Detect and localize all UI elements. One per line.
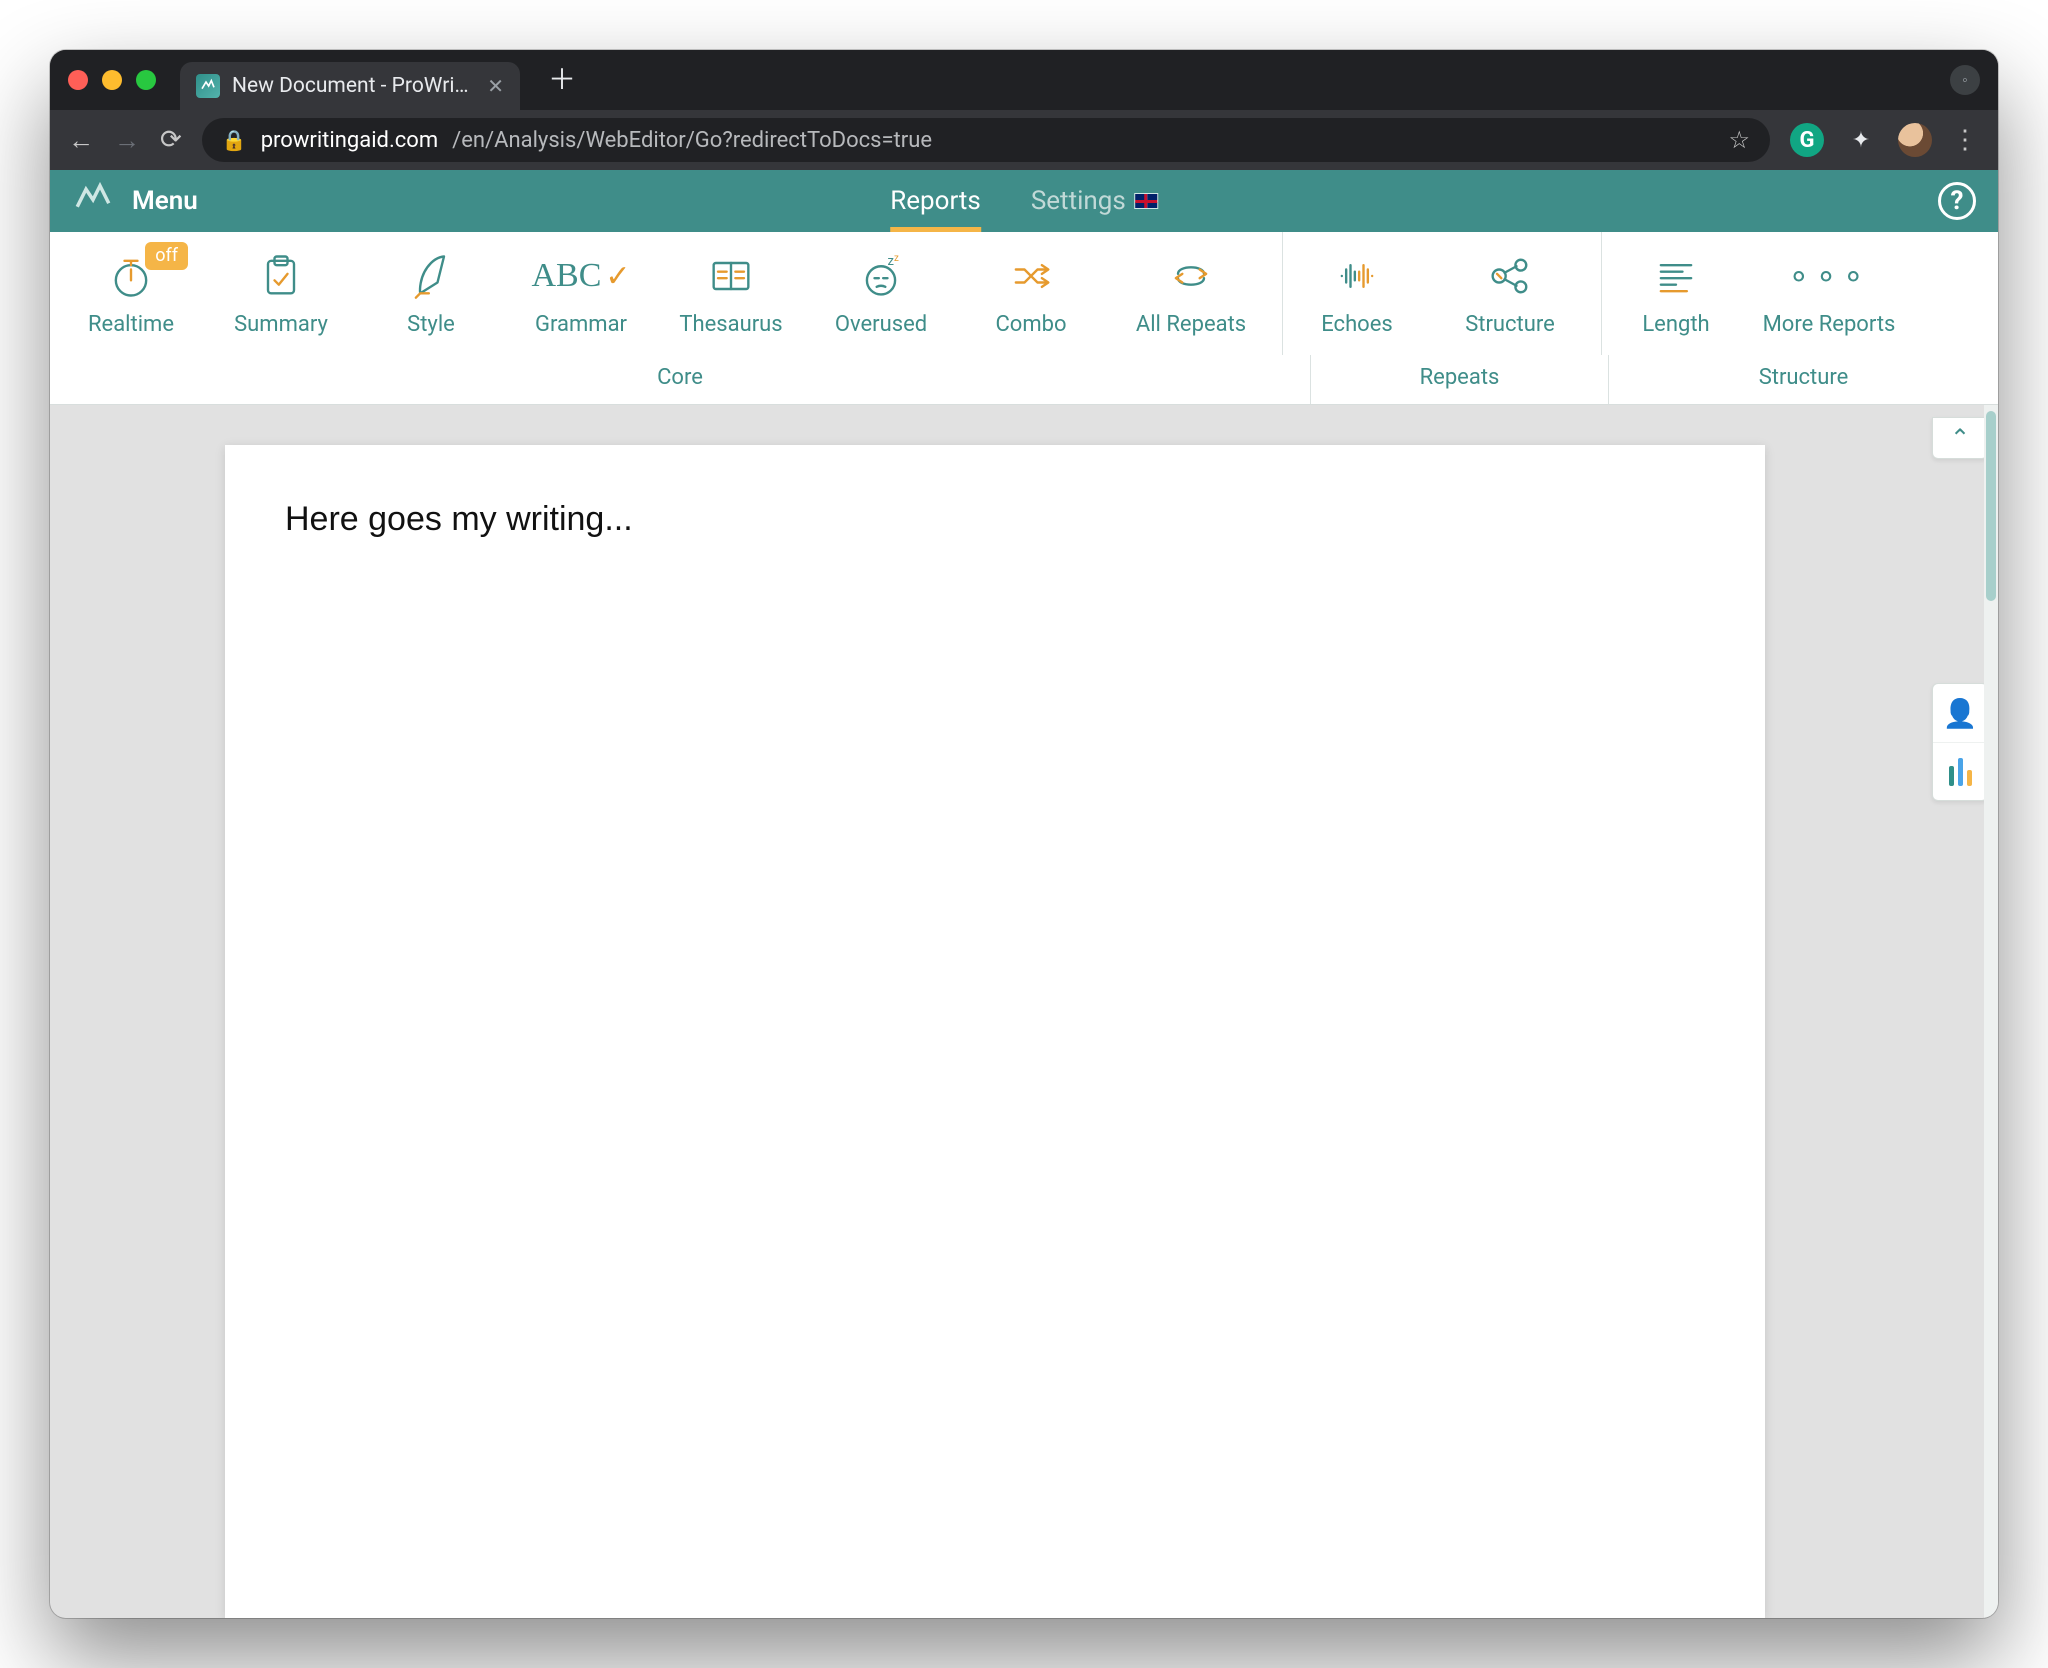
help-label: ?	[1951, 186, 1964, 216]
tool-all-repeats[interactable]: All Repeats	[1106, 246, 1276, 347]
incognito-indicator-icon[interactable]: ◦	[1950, 65, 1980, 95]
toolbar-group-structure: Length ∘∘∘ More Reports	[1602, 232, 1920, 355]
bars-icon	[1947, 758, 1974, 786]
tool-realtime[interactable]: off Realtime	[56, 246, 206, 347]
reload-button[interactable]: ⟳	[160, 125, 182, 155]
tool-label: Summary	[234, 312, 328, 337]
tool-label: Echoes	[1321, 312, 1393, 337]
forward-button[interactable]: →	[114, 125, 140, 156]
tool-label: Grammar	[535, 312, 627, 337]
tab-title: New Document - ProWritingAid	[232, 74, 475, 98]
grammarly-extension-icon[interactable]: G	[1790, 123, 1824, 157]
tool-label: Structure	[1465, 312, 1555, 337]
sleepy-face-icon: zz	[855, 250, 907, 302]
tool-summary[interactable]: Summary	[206, 246, 356, 347]
tab-reports[interactable]: Reports	[890, 170, 981, 232]
tool-grammar[interactable]: ABC✓ Grammar	[506, 246, 656, 347]
window-controls	[68, 70, 156, 90]
collapse-panel-button[interactable]: ⌃	[1932, 417, 1988, 459]
group-label-repeats: Repeats	[1310, 355, 1608, 404]
group-label-core: Core	[50, 355, 1310, 404]
url-input[interactable]: 🔒 prowritingaid.com/en/Analysis/WebEdito…	[202, 118, 1770, 162]
profile-avatar-icon[interactable]	[1898, 123, 1932, 157]
group-label-structure: Structure	[1608, 355, 1998, 404]
url-domain: prowritingaid.com	[261, 128, 438, 153]
tab-close-icon[interactable]: ✕	[487, 74, 504, 98]
stats-rail-button[interactable]	[1933, 742, 1987, 800]
back-button[interactable]: ←	[68, 125, 94, 156]
tab-settings[interactable]: Settings	[1031, 170, 1158, 232]
bookmark-star-icon[interactable]: ☆	[1728, 126, 1750, 154]
rail-widgets: 👤	[1932, 683, 1988, 801]
tool-thesaurus[interactable]: Thesaurus	[656, 246, 806, 347]
document-text[interactable]: Here goes my writing...	[285, 500, 1705, 539]
svg-text:z: z	[894, 253, 899, 264]
shuffle-icon	[1005, 250, 1057, 302]
app-page: Menu Reports Settings ?	[50, 170, 1998, 1618]
menu-button[interactable]: Menu	[132, 186, 198, 216]
document-canvas[interactable]: Here goes my writing...	[225, 445, 1765, 1618]
zoom-window-button[interactable]	[136, 70, 156, 90]
tool-echoes[interactable]: Echoes	[1289, 246, 1425, 347]
reports-toolbar: off Realtime Summary	[50, 232, 1998, 405]
realtime-badge: off	[145, 242, 188, 270]
lines-length-icon	[1650, 250, 1702, 302]
app-top-bar: Menu Reports Settings ?	[50, 170, 1998, 232]
browser-tab[interactable]: New Document - ProWritingAid ✕	[180, 62, 520, 110]
tool-overused[interactable]: zz Overused	[806, 246, 956, 347]
minimize-window-button[interactable]	[102, 70, 122, 90]
tool-label: Overused	[835, 312, 927, 337]
tab-favicon-icon	[196, 74, 220, 98]
tool-label: Thesaurus	[679, 312, 782, 337]
tool-label: Realtime	[88, 312, 174, 337]
pen-icon	[405, 250, 457, 302]
tab-reports-label: Reports	[890, 186, 981, 216]
tool-label: More Reports	[1763, 312, 1896, 337]
tab-settings-label: Settings	[1031, 186, 1126, 216]
tool-structure-repeats[interactable]: Structure	[1425, 246, 1595, 347]
tool-label: All Repeats	[1136, 312, 1246, 337]
tool-more-reports[interactable]: ∘∘∘ More Reports	[1744, 246, 1914, 347]
url-path: /en/Analysis/WebEditor/Go?redirectToDocs…	[452, 128, 932, 153]
soundwave-icon	[1331, 250, 1383, 302]
toolbar-group-core: off Realtime Summary	[50, 232, 1282, 355]
tool-combo[interactable]: Combo	[956, 246, 1106, 347]
lock-icon: 🔒	[222, 128, 247, 152]
browser-window: New Document - ProWritingAid ✕ ＋ ◦ ← → ⟳…	[50, 50, 1998, 1618]
repeat-arrows-icon	[1165, 250, 1217, 302]
browser-menu-button[interactable]: ⋮	[1952, 125, 1980, 155]
new-tab-button[interactable]: ＋	[548, 66, 576, 94]
toolbar-group-repeats: Echoes Structure	[1283, 232, 1601, 355]
more-icon: ∘∘∘	[1788, 250, 1870, 302]
chevron-up-icon: ⌃	[1950, 424, 1970, 452]
nodes-icon	[1484, 250, 1536, 302]
extensions-icon[interactable]: ✦	[1844, 123, 1878, 157]
toolbar-group-labels: Core Repeats Structure	[50, 355, 1998, 405]
help-button[interactable]: ?	[1938, 182, 1976, 220]
uk-flag-icon	[1134, 193, 1158, 209]
tool-style[interactable]: Style	[356, 246, 506, 347]
close-window-button[interactable]	[68, 70, 88, 90]
tool-label: Style	[407, 312, 455, 337]
clipboard-check-icon	[255, 250, 307, 302]
titlebar: New Document - ProWritingAid ✕ ＋ ◦	[50, 50, 1998, 110]
scrollbar-thumb[interactable]	[1986, 411, 1996, 601]
person-icon: 👤	[1943, 697, 1978, 730]
editor-area: Here goes my writing... ⌃ 👤	[50, 405, 1998, 1618]
tool-label: Length	[1642, 312, 1709, 337]
app-logo-icon[interactable]	[72, 177, 114, 226]
tool-label: Combo	[995, 312, 1066, 337]
book-icon	[705, 250, 757, 302]
abc-check-icon: ABC✓	[531, 250, 630, 302]
profile-rail-button[interactable]: 👤	[1933, 684, 1987, 742]
scrollbar[interactable]	[1984, 405, 1998, 1618]
address-bar: ← → ⟳ 🔒 prowritingaid.com/en/Analysis/We…	[50, 110, 1998, 170]
tool-length[interactable]: Length	[1608, 246, 1744, 347]
